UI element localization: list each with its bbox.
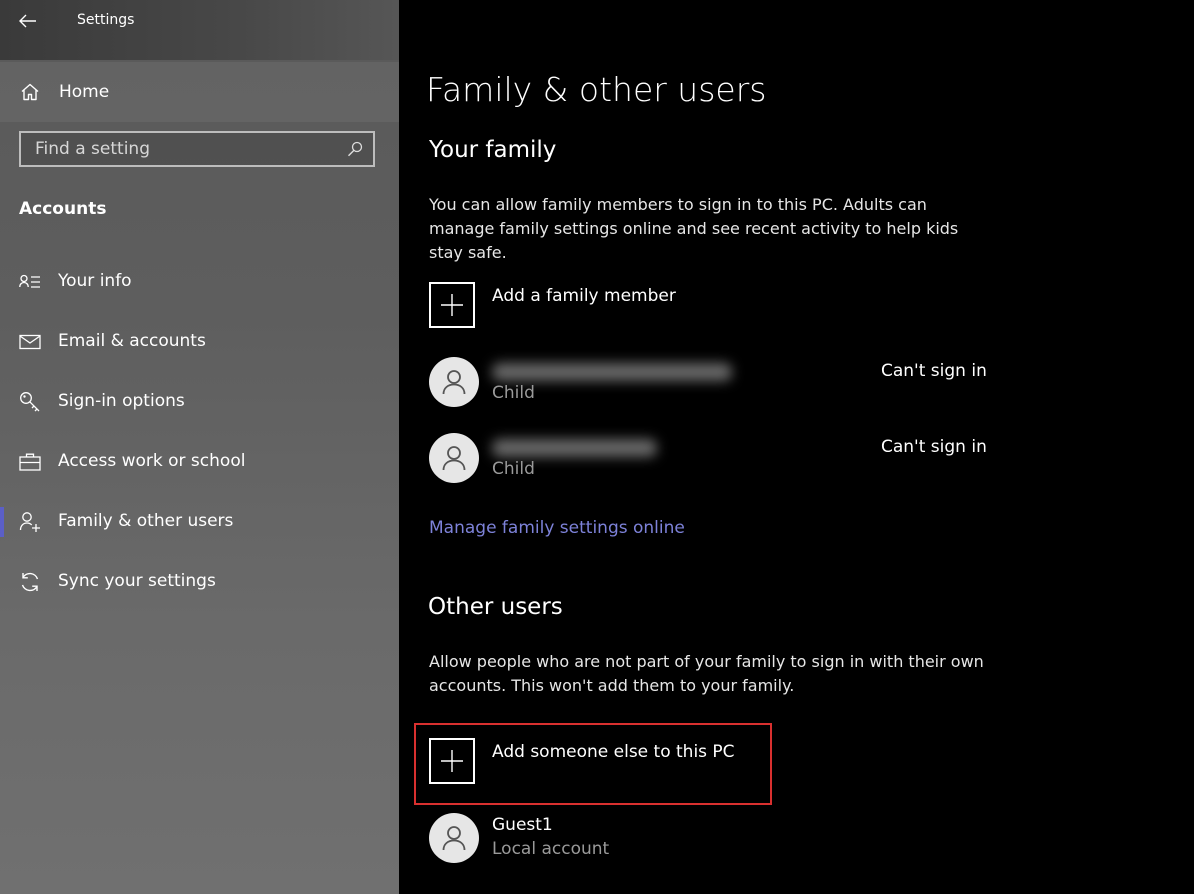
sidebar-item-your-info[interactable]: Your info	[0, 259, 399, 307]
other-users-heading: Other users	[428, 594, 563, 620]
user-account-type: Local account	[492, 839, 610, 859]
person-icon	[442, 446, 466, 471]
plus-icon	[429, 738, 475, 784]
avatar	[429, 357, 479, 407]
other-users-description: Allow people who are not part of your fa…	[429, 652, 984, 695]
avatar	[429, 433, 479, 483]
sidebar-item-label: Family & other users	[58, 511, 234, 531]
title-bar: Settings	[0, 0, 399, 60]
member-status: Can't sign in	[881, 361, 987, 381]
home-icon	[20, 82, 40, 106]
member-role: Child	[492, 459, 535, 479]
add-someone-else-label: Add someone else to this PC	[492, 742, 735, 762]
plus-icon	[429, 282, 475, 328]
person-icon	[442, 826, 466, 851]
user-name: Guest1	[492, 815, 553, 835]
briefcase-icon	[18, 450, 42, 474]
add-family-member-label: Add a family member	[492, 286, 676, 306]
search-input[interactable]	[21, 133, 345, 165]
family-member-row[interactable]: Child Can't sign in	[429, 433, 989, 485]
sidebar-item-email-accounts[interactable]: Email & accounts	[0, 319, 399, 367]
search-icon[interactable]	[347, 141, 363, 161]
family-member-row[interactable]: Child Can't sign in	[429, 357, 989, 409]
manage-family-settings-link[interactable]: Manage family settings online	[429, 518, 685, 538]
window-title: Settings	[77, 12, 135, 28]
add-someone-else-button[interactable]: Add someone else to this PC	[429, 738, 735, 790]
blurred-user-email	[492, 439, 657, 457]
add-person-icon	[18, 510, 42, 534]
page-title: Family & other users	[426, 70, 767, 109]
main-content: Family & other users Your family You can…	[399, 0, 1194, 894]
search-box	[19, 131, 375, 167]
avatar	[429, 813, 479, 863]
add-family-member-button[interactable]: Add a family member	[429, 282, 729, 334]
sidebar-item-label: Your info	[58, 271, 132, 291]
home-nav-item[interactable]: Home	[0, 62, 399, 122]
your-family-heading: Your family	[429, 137, 557, 163]
contact-card-icon	[18, 270, 42, 294]
sidebar-item-family-other-users[interactable]: Family & other users	[0, 499, 399, 547]
sync-icon	[18, 570, 42, 594]
sidebar-item-label: Sync your settings	[58, 571, 216, 591]
home-label: Home	[59, 82, 110, 102]
mail-icon	[18, 330, 42, 354]
blurred-user-email	[492, 363, 732, 381]
sidebar-item-label: Sign-in options	[58, 391, 185, 411]
back-button[interactable]	[10, 6, 46, 36]
sidebar-item-sync-settings[interactable]: Sync your settings	[0, 559, 399, 607]
other-user-row[interactable]: Guest1 Local account	[429, 813, 989, 865]
member-role: Child	[492, 383, 535, 403]
sidebar-item-label: Email & accounts	[58, 331, 206, 351]
sidebar: Settings Home Accounts Your info	[0, 0, 399, 894]
back-arrow-icon	[19, 14, 36, 28]
key-icon	[18, 390, 42, 414]
your-family-description: You can allow family members to sign in …	[429, 195, 959, 262]
sidebar-item-access-work-school[interactable]: Access work or school	[0, 439, 399, 487]
member-status: Can't sign in	[881, 437, 987, 457]
section-title: Accounts	[19, 199, 107, 219]
person-icon	[442, 370, 466, 395]
sidebar-item-label: Access work or school	[58, 451, 246, 471]
sidebar-item-sign-in-options[interactable]: Sign-in options	[0, 379, 399, 427]
